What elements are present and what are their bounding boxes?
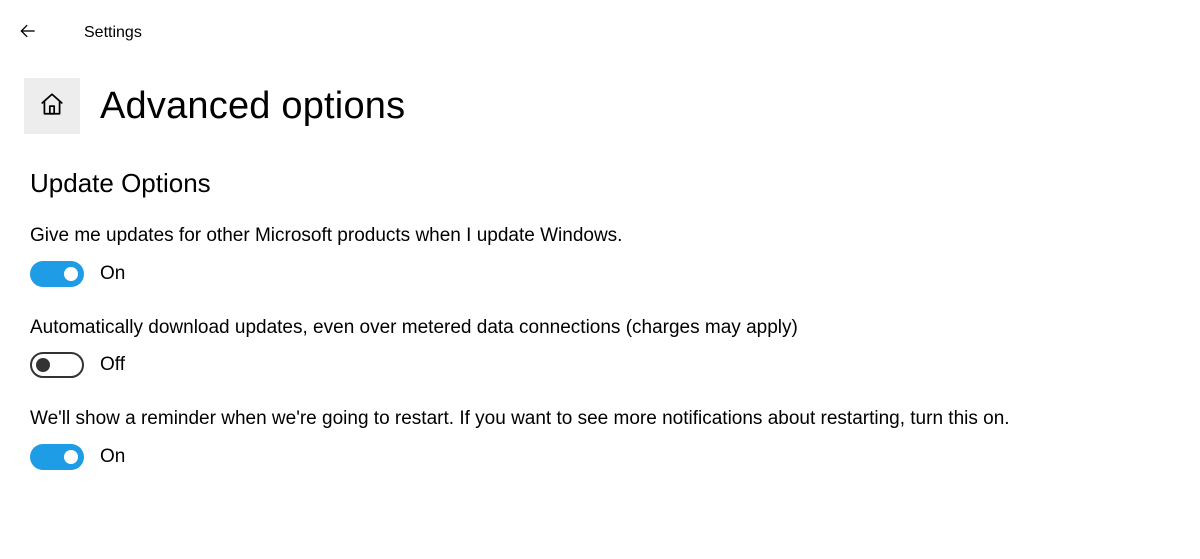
home-icon — [39, 91, 65, 122]
toggle-row: On — [30, 444, 1170, 470]
toggle-state-label: On — [100, 263, 125, 285]
toggle-other-products[interactable] — [30, 261, 84, 287]
toggle-restart-reminder[interactable] — [30, 444, 84, 470]
setting-other-products: Give me updates for other Microsoft prod… — [30, 223, 1170, 287]
page-title: Advanced options — [100, 85, 405, 128]
toggle-knob — [64, 267, 78, 281]
setting-label: Give me updates for other Microsoft prod… — [30, 223, 1170, 249]
setting-label: Automatically download updates, even ove… — [30, 315, 1170, 341]
toggle-state-label: Off — [100, 354, 125, 376]
toggle-row: On — [30, 261, 1170, 287]
back-button[interactable] — [4, 13, 52, 53]
toggle-row: Off — [30, 352, 1170, 378]
content-area: Update Options Give me updates for other… — [0, 134, 1200, 470]
app-title: Settings — [84, 24, 142, 42]
home-button[interactable] — [24, 78, 80, 134]
section-heading: Update Options — [30, 168, 1170, 199]
setting-metered-download: Automatically download updates, even ove… — [30, 315, 1170, 379]
setting-label: We'll show a reminder when we're going t… — [30, 406, 1170, 432]
back-arrow-icon — [18, 21, 38, 46]
toggle-metered-download[interactable] — [30, 352, 84, 378]
setting-restart-reminder: We'll show a reminder when we're going t… — [30, 406, 1170, 470]
page-title-row: Advanced options — [0, 78, 1200, 134]
toggle-state-label: On — [100, 446, 125, 468]
toggle-knob — [64, 450, 78, 464]
window-header: Settings — [0, 0, 1200, 54]
toggle-knob — [36, 358, 50, 372]
